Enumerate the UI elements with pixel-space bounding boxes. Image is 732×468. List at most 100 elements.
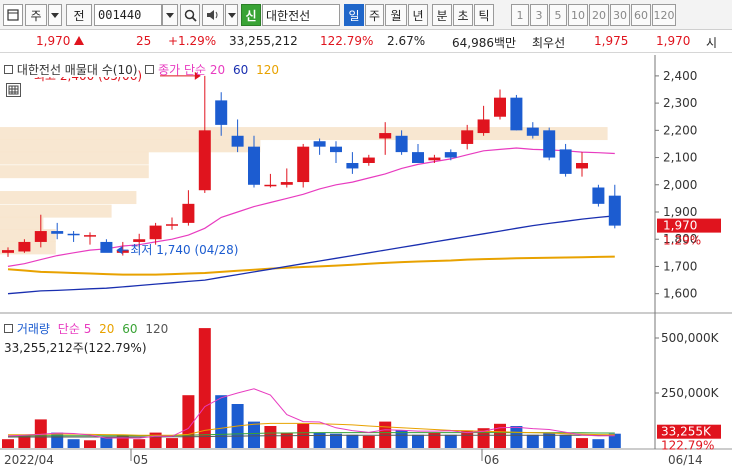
candlestick-chart[interactable]: 2,4002,3002,2002,1002,0001,9001,8001,700… xyxy=(0,55,732,468)
interval-button-6[interactable]: 60 xyxy=(631,4,651,26)
quote-bar: 1,970 25 +1.29% 33,255,212 122.79% 2.67%… xyxy=(0,31,732,53)
sound-dropdown[interactable] xyxy=(225,4,238,26)
interval-button-4[interactable]: 20 xyxy=(589,4,609,26)
candle-body xyxy=(510,97,523,131)
volume-bar xyxy=(2,439,14,448)
turnover-pct: 2.67% xyxy=(387,34,426,48)
price-axis-label: 2,200 xyxy=(663,123,697,137)
speaker-icon xyxy=(207,10,218,20)
volume-legend-icon xyxy=(4,324,13,333)
volume-bar xyxy=(362,435,375,448)
volume-legend: 거래량 단순 5 20 60 120 xyxy=(4,320,168,337)
volume-bar xyxy=(313,432,326,448)
bid-price: 1,970 xyxy=(656,34,691,48)
period-tab-2[interactable]: 월 xyxy=(385,4,407,26)
candle-body xyxy=(84,235,96,237)
volume-bar xyxy=(576,438,588,448)
volume-profile-bar xyxy=(0,151,149,165)
interval-button-1[interactable]: 3 xyxy=(530,4,548,26)
volume-bar xyxy=(330,433,342,448)
volume-bar xyxy=(559,434,572,448)
candle-body xyxy=(608,195,621,226)
price-axis-label: 1,900 xyxy=(663,205,697,219)
window-icon[interactable] xyxy=(3,4,23,26)
profile-toggle-icon[interactable] xyxy=(4,65,13,74)
volume-profile-bar xyxy=(0,165,149,179)
volume-ratio: 122.79% xyxy=(320,34,374,48)
date-axis-label: 2022/04 xyxy=(4,453,54,467)
candle-body xyxy=(477,119,490,134)
candle-body xyxy=(543,130,556,158)
volume-bar xyxy=(510,426,523,448)
trade-amount: 64,986백만 xyxy=(452,36,517,50)
date-axis-label: 05 xyxy=(133,453,148,467)
period-tab-0[interactable]: 일 xyxy=(344,4,364,26)
candle-body xyxy=(231,135,244,147)
interval-button-0[interactable]: 1 xyxy=(511,4,529,26)
current-price-tag-text: 1,970 xyxy=(663,219,697,233)
search-button[interactable] xyxy=(180,4,200,26)
trade-volume: 33,255,212 xyxy=(229,34,298,48)
vma5-legend: 5 xyxy=(83,322,92,336)
volume-profile-bar xyxy=(0,204,112,218)
price-axis-label: 1,600 xyxy=(663,287,697,301)
volume-bar xyxy=(264,426,277,448)
candle-body xyxy=(215,100,228,125)
volume-bar xyxy=(412,434,424,448)
candle-body xyxy=(34,231,47,242)
volume-bar xyxy=(100,437,113,448)
volume-axis-label: 500,000K xyxy=(661,331,720,345)
interval-button-5[interactable]: 30 xyxy=(610,4,630,26)
stock-code-input[interactable]: 001440 xyxy=(94,4,162,26)
stock-name-field[interactable]: 대한전선 xyxy=(262,4,340,26)
price-axis-label: 2,300 xyxy=(663,96,697,110)
low-annotation: 최저 1,740 (04/28) xyxy=(130,243,238,257)
period-tab-4[interactable]: 분 xyxy=(432,4,452,26)
volume-profile-bar xyxy=(0,229,56,243)
volume-legend-title: 거래량 xyxy=(16,322,50,336)
candle-body xyxy=(264,184,277,187)
code-dropdown[interactable] xyxy=(162,4,178,26)
candle-body xyxy=(166,224,178,226)
period-tab-6[interactable]: 틱 xyxy=(474,4,494,26)
vma-legend-title: 단순 xyxy=(57,322,80,336)
candle-body xyxy=(133,239,146,242)
period-tab-3[interactable]: 년 xyxy=(408,4,428,26)
volume-profile-bar xyxy=(0,216,44,230)
candle-body xyxy=(592,187,605,204)
prev-button[interactable]: 전 xyxy=(66,4,92,26)
candle-body xyxy=(297,146,310,183)
chart-area: 2,400 2,300 2,200 2,100 2,000 1,900 1,800 1,700… xyxy=(0,55,732,468)
period-tab-5[interactable]: 초 xyxy=(453,4,473,26)
candle-body xyxy=(280,182,293,185)
chart-settings-button[interactable] xyxy=(6,83,21,97)
sound-button[interactable] xyxy=(202,4,224,26)
price-axis-label: 1,700 xyxy=(663,259,697,273)
volume-bar xyxy=(215,395,228,448)
search-icon xyxy=(184,9,197,22)
volume-bar xyxy=(51,432,64,448)
candle-body xyxy=(461,130,474,144)
chevron-down-icon xyxy=(166,12,174,18)
chart-background xyxy=(0,55,732,468)
vma20-legend: 20 xyxy=(99,322,115,336)
candle-body xyxy=(248,146,260,185)
candle-body xyxy=(412,152,424,163)
vma120-legend: 120 xyxy=(145,322,169,336)
candle-body xyxy=(526,127,539,136)
date-axis-label: 06/14 xyxy=(668,453,703,467)
period-type-button[interactable]: 주 xyxy=(25,4,47,26)
price-axis-label: 2,000 xyxy=(663,178,697,192)
volume-pct-tag: 122.79% xyxy=(661,439,714,453)
interval-button-7[interactable]: 120 xyxy=(652,4,676,26)
period-tab-1[interactable]: 주 xyxy=(365,4,384,26)
candle-body xyxy=(494,97,506,117)
volume-bar xyxy=(526,434,539,448)
interval-button-3[interactable]: 10 xyxy=(568,4,588,26)
volume-bar xyxy=(182,395,195,448)
grid-icon xyxy=(8,85,19,95)
interval-button-2[interactable]: 5 xyxy=(549,4,567,26)
ma20-legend: 20 xyxy=(209,63,226,77)
period-type-dropdown[interactable] xyxy=(48,4,62,26)
volume-profile-bar xyxy=(0,191,137,205)
